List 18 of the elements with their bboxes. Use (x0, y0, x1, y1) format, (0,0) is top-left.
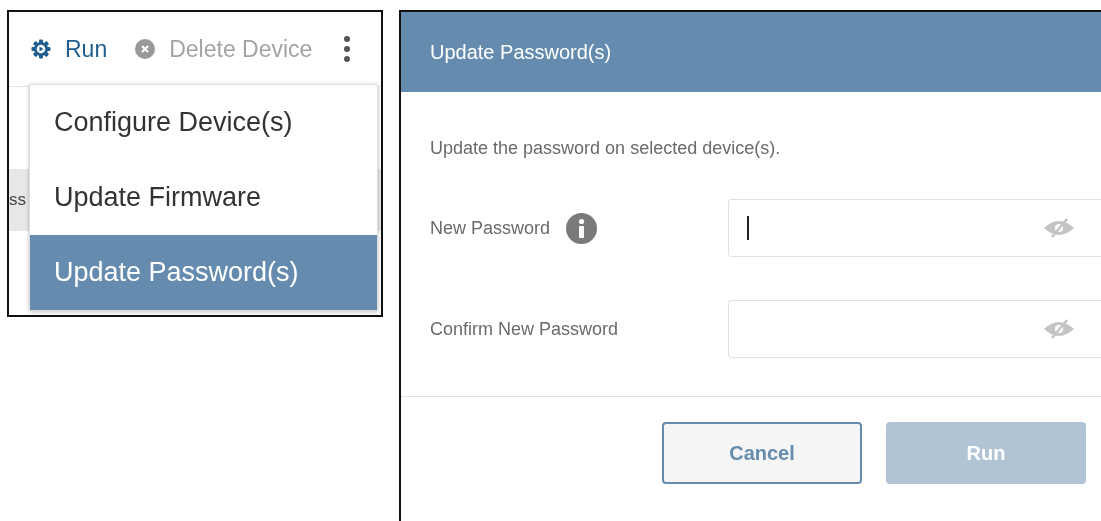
menu-item[interactable]: Update Password(s) (30, 235, 377, 310)
menu-item[interactable]: Configure Device(s) (30, 85, 377, 160)
hidden-eye-icon[interactable] (1043, 218, 1075, 238)
close-icon (135, 39, 156, 59)
gear-icon (31, 39, 51, 59)
column-header: ss (9, 190, 26, 210)
field-label: New Password (430, 217, 551, 239)
more-icon[interactable] (344, 36, 351, 62)
password-field[interactable] (728, 199, 1101, 257)
info-icon[interactable] (566, 212, 598, 244)
password-field[interactable] (728, 300, 1101, 358)
dialog-button[interactable]: Cancel (662, 422, 862, 484)
hidden-eye-icon[interactable] (1043, 319, 1075, 339)
menu-item[interactable]: Update Firmware (30, 160, 377, 235)
description: Update the password on selected device(s). (430, 138, 782, 159)
dialog-title: Update Password(s) (430, 40, 612, 64)
field-label: Confirm New Password (430, 318, 619, 340)
toolbar-button[interactable]: Run (31, 35, 108, 63)
